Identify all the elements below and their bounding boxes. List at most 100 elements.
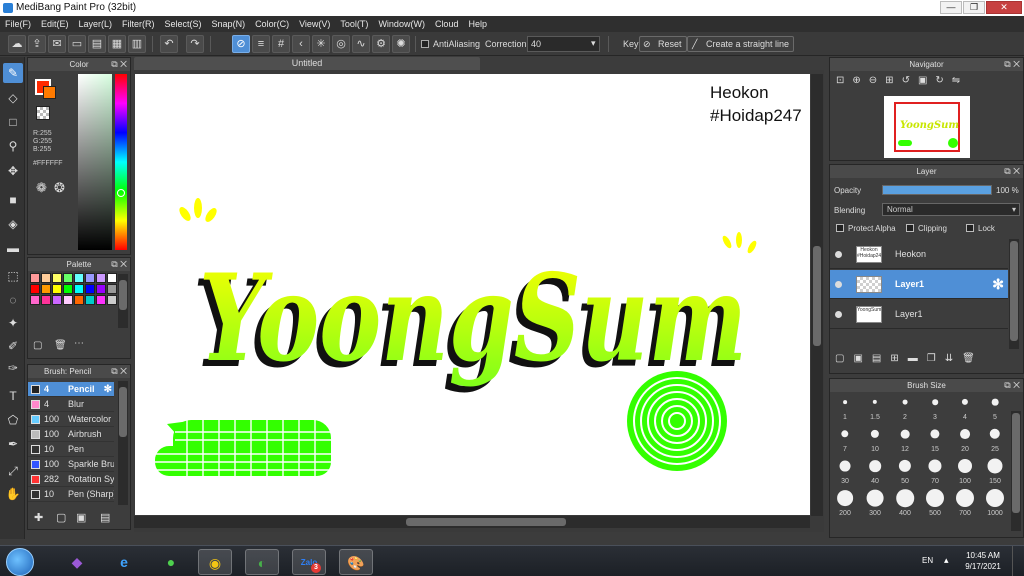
zoom-out-icon[interactable]: ⊖: [869, 75, 885, 86]
start-button[interactable]: [6, 548, 34, 576]
menu-help[interactable]: Help: [463, 16, 492, 32]
zoom-actual-icon[interactable]: ⊞: [885, 75, 901, 86]
chevron-down-icon[interactable]: ▾: [591, 38, 596, 49]
new-palette-icon[interactable]: ▢: [33, 340, 42, 351]
menu-edit[interactable]: Edit(E): [36, 16, 74, 32]
palette-swatch[interactable]: [85, 284, 95, 294]
share-icon[interactable]: ⇪: [28, 35, 46, 53]
blending-select[interactable]: Normal ▾: [882, 203, 1020, 216]
color-wheel-icon[interactable]: ❁: [36, 180, 47, 196]
gradient-tool-icon[interactable]: ▬: [3, 238, 23, 258]
palette-swatch[interactable]: [85, 295, 95, 305]
clipping-checkbox[interactable]: [906, 224, 914, 232]
flag-icon[interactable]: ▴: [944, 555, 949, 566]
copy-layer-icon[interactable]: ▣: [853, 353, 871, 364]
menu-view[interactable]: View(V): [294, 16, 335, 32]
delete-palette-icon[interactable]: 🗑: [54, 340, 67, 351]
rotate-left-icon[interactable]: ↺: [902, 75, 918, 86]
gear-icon[interactable]: ✻: [104, 382, 112, 397]
reset-button[interactable]: ⊘ Reset: [639, 36, 687, 52]
zoom-fit-icon[interactable]: ⊡: [836, 75, 852, 86]
lock-checkbox[interactable]: [966, 224, 974, 232]
language-indicator[interactable]: EN: [922, 556, 933, 565]
rotate-right-icon[interactable]: ↻: [935, 75, 951, 86]
ellipse-snap-icon[interactable]: ⚙: [372, 35, 390, 53]
rect-select-icon[interactable]: □: [3, 112, 23, 132]
layer-row[interactable]: YoongSum Layer1: [830, 300, 1008, 329]
palette-swatch[interactable]: [85, 273, 95, 283]
palette-swatch[interactable]: [52, 284, 62, 294]
opacity-slider[interactable]: [882, 185, 992, 195]
color-history-icon[interactable]: ❂: [54, 180, 65, 196]
dot-tool-icon[interactable]: ⚲: [3, 136, 23, 156]
zalo-icon[interactable]: Zalo 3: [292, 549, 326, 575]
maximize-button[interactable]: ❐: [963, 1, 985, 14]
minimize-button[interactable]: —: [940, 1, 962, 14]
menu-select[interactable]: Select(S): [160, 16, 207, 32]
brush-size-option[interactable]: 500: [921, 488, 949, 517]
palette-swatch[interactable]: [107, 273, 117, 283]
brush-item[interactable]: 4 Pencil ✻: [28, 382, 114, 397]
palette-swatch[interactable]: [74, 284, 84, 294]
comment-icon[interactable]: ✉: [48, 35, 66, 53]
new-brush-icon[interactable]: ▢: [56, 511, 66, 524]
menu-filter[interactable]: Filter(R): [117, 16, 160, 32]
palette-swatch[interactable]: [30, 295, 40, 305]
saturation-value-picker[interactable]: [78, 74, 112, 250]
text-tool-icon[interactable]: T: [3, 386, 23, 406]
antialiasing-checkbox[interactable]: [421, 40, 429, 48]
correction-select[interactable]: 40: [527, 36, 600, 52]
eyedropper-tool-icon[interactable]: ✒: [3, 434, 23, 454]
layer-row[interactable]: Layer1 ✻: [830, 270, 1008, 299]
brush-size-option[interactable]: 30: [831, 456, 859, 485]
layer-scrollbar[interactable]: [1009, 239, 1019, 349]
palette-swatch[interactable]: [30, 273, 40, 283]
message-icon[interactable]: ▭: [68, 35, 86, 53]
navigator-preview[interactable]: YoongSum: [884, 96, 970, 158]
brush-size-option[interactable]: 3: [921, 392, 949, 421]
circle-snap-icon[interactable]: ◎: [332, 35, 350, 53]
coccoc-icon[interactable]: ●: [154, 549, 188, 575]
divide-tool-icon[interactable]: ⬠: [3, 410, 23, 430]
close-button[interactable]: ✕: [986, 1, 1022, 14]
panel-buttons-icon[interactable]: ⧉ ✕: [1004, 58, 1020, 71]
menu-snap[interactable]: Snap(N): [207, 16, 251, 32]
curve-snap-icon[interactable]: ∿: [352, 35, 370, 53]
radial-snap-icon[interactable]: ✳: [312, 35, 330, 53]
transparent-color-swatch[interactable]: [36, 106, 50, 120]
brush-tool-icon[interactable]: ✎: [3, 63, 23, 83]
visibility-icon[interactable]: [835, 281, 842, 288]
show-desktop-button[interactable]: [1012, 546, 1024, 576]
palette-swatch[interactable]: [107, 284, 117, 294]
brush-size-scrollbar[interactable]: [1011, 411, 1021, 531]
flip-icon[interactable]: ⇋: [952, 75, 968, 86]
cloud-icon[interactable]: ☁: [8, 35, 26, 53]
palette-swatch[interactable]: [96, 284, 106, 294]
palette-swatch[interactable]: [96, 295, 106, 305]
brush-size-option[interactable]: 150: [981, 456, 1009, 485]
brush-size-option[interactable]: 20: [951, 424, 979, 453]
secondary-color-swatch[interactable]: [43, 86, 56, 99]
cross-snap-icon[interactable]: #: [272, 35, 290, 53]
canvas-horizontal-scrollbar[interactable]: [134, 516, 810, 528]
brush-item[interactable]: 4 Blur: [28, 397, 114, 412]
brush-size-option[interactable]: 1.5: [861, 392, 889, 421]
brush-item[interactable]: 100 Watercolor: [28, 412, 114, 427]
brush-size-option[interactable]: 100: [951, 456, 979, 485]
redo-icon[interactable]: ↷: [186, 35, 204, 53]
brush-item[interactable]: 282 Rotation Symmetry: [28, 472, 114, 487]
vanish-snap-icon[interactable]: ‹: [292, 35, 310, 53]
hue-slider[interactable]: [115, 74, 127, 250]
snap-off-icon[interactable]: ⊘: [232, 35, 250, 53]
brush-size-option[interactable]: 4: [951, 392, 979, 421]
palette-swatch[interactable]: [41, 284, 51, 294]
palette-swatch[interactable]: [41, 273, 51, 283]
page-icon[interactable]: ▥: [128, 35, 146, 53]
brush-scrollbar[interactable]: [118, 381, 128, 505]
document-tab[interactable]: Untitled: [134, 57, 480, 70]
ie-icon[interactable]: e: [107, 549, 141, 575]
lasso-tool-icon[interactable]: ◌: [3, 290, 23, 310]
folder-icon[interactable]: ▬: [908, 353, 927, 364]
paint-icon[interactable]: 🎨: [339, 549, 373, 575]
brush-size-option[interactable]: 1000: [981, 488, 1009, 517]
